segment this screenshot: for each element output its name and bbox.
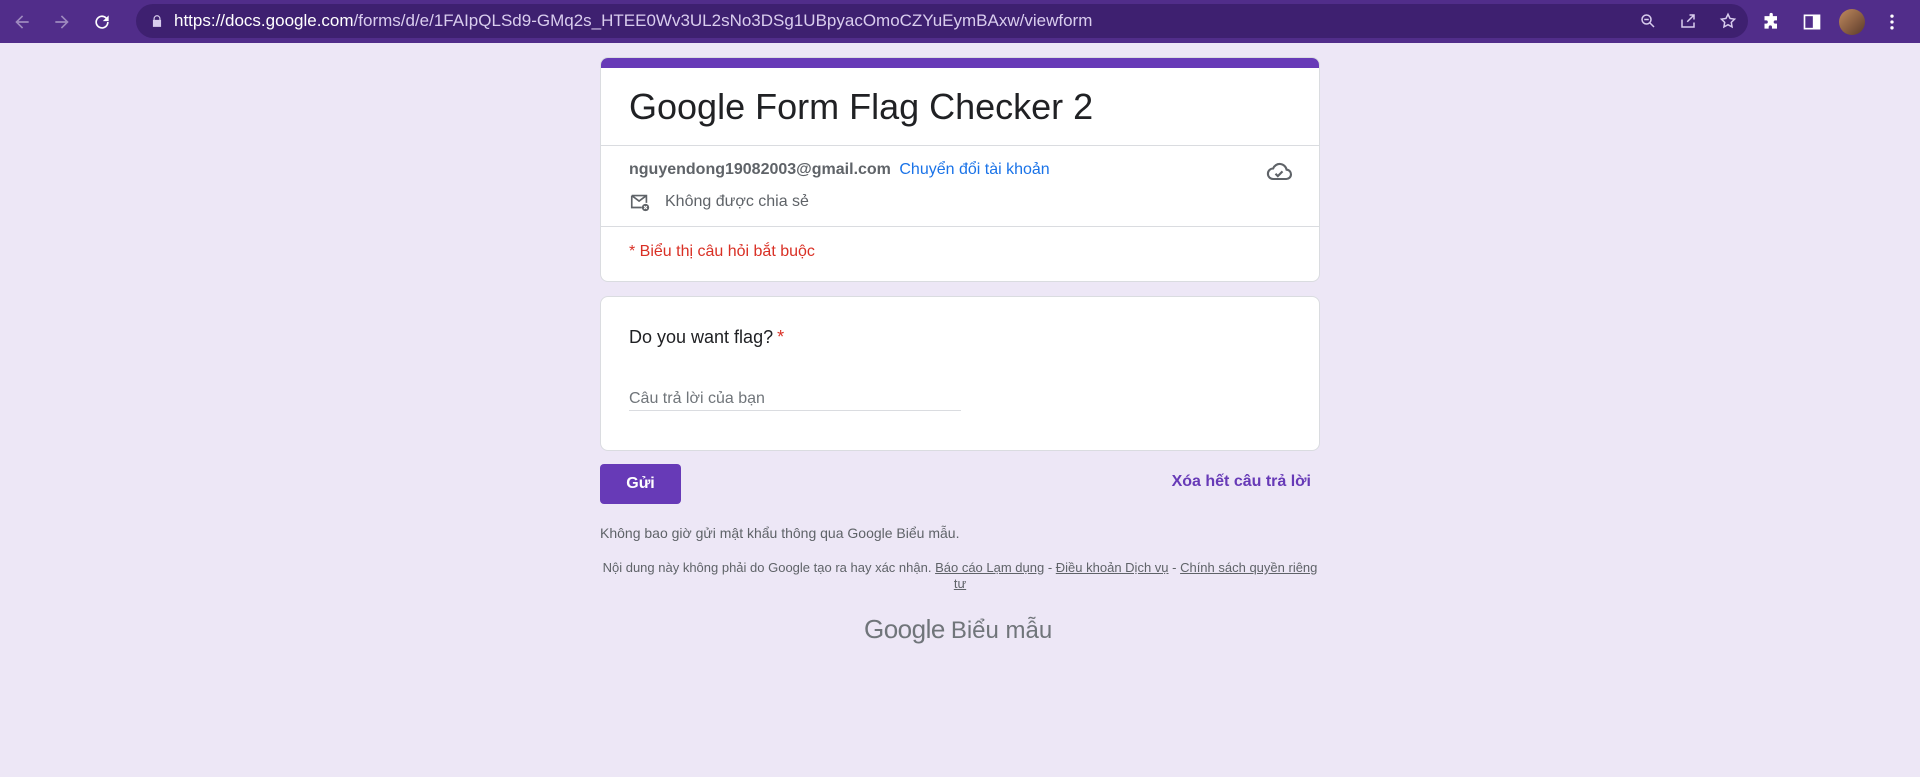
question-title: Do you want flag? *: [629, 327, 784, 348]
extensions-button[interactable]: [1752, 2, 1792, 42]
submit-button[interactable]: Gửi: [600, 464, 681, 504]
account-email: nguyendong19082003@gmail.com: [629, 161, 891, 178]
star-icon: [1719, 12, 1737, 29]
switch-account-link[interactable]: Chuyển đổi tài khoản: [899, 161, 1049, 178]
question-text: Do you want flag?: [629, 327, 774, 347]
required-asterisk: *: [777, 327, 785, 347]
not-shared-text: Không được chia sẻ: [665, 193, 809, 210]
share-icon: [1681, 14, 1695, 28]
menu-icon: [1890, 14, 1894, 29]
header-divider: [601, 145, 1319, 146]
forward-button[interactable]: [44, 4, 80, 40]
form-header-card: Google Form Flag Checker 2 nguyendong190…: [600, 57, 1320, 282]
report-abuse-link[interactable]: Báo cáo Lạm dụng: [935, 560, 1044, 575]
not-shared-row: Không được chia sẻ: [629, 191, 809, 213]
cloud-check-icon: [1266, 162, 1292, 181]
zoom-icon: [1641, 14, 1655, 28]
terms-link[interactable]: Điều khoản Dịch vụ: [1056, 560, 1169, 575]
form-title: Google Form Flag Checker 2: [629, 86, 1094, 127]
browser-toolbar: https://docs.google.com/forms/d/e/1FAIpQ…: [0, 0, 1920, 43]
share-button[interactable]: [1668, 4, 1708, 38]
answer-input[interactable]: [629, 387, 961, 411]
mail-off-icon: [630, 194, 650, 212]
url-path: /forms/d/e/1FAIpQLSd9-GMq2s_HTEE0Wv3UL2s…: [353, 11, 1093, 30]
side-panel-button[interactable]: [1792, 2, 1832, 42]
reload-icon: [95, 14, 109, 29]
account-line: nguyendong19082003@gmail.com Chuyển đổi …: [629, 161, 1050, 179]
accent-bar: [601, 58, 1319, 68]
brand-google: Google: [864, 614, 945, 644]
address-bar[interactable]: https://docs.google.com/forms/d/e/1FAIpQ…: [136, 4, 1748, 38]
disclaimer: Nội dung này không phải do Google tạo ra…: [600, 560, 1320, 592]
separator: -: [1044, 560, 1056, 575]
brand-product: Biểu mẫu: [950, 617, 1053, 644]
back-icon: [15, 14, 29, 29]
zoom-button[interactable]: [1628, 4, 1668, 38]
profile-avatar[interactable]: [1839, 8, 1865, 35]
url-text: https://docs.google.com/forms/d/e/1FAIpQ…: [174, 11, 1092, 31]
question-card: Do you want flag? *: [600, 296, 1320, 451]
side-panel-icon: [1803, 14, 1821, 29]
separator: -: [1168, 560, 1181, 575]
extensions-icon: [1764, 12, 1777, 29]
required-note: * Biểu thị câu hỏi bắt buộc: [629, 243, 815, 260]
forward-icon: [55, 14, 69, 29]
back-button[interactable]: [4, 4, 40, 40]
clear-form-button[interactable]: Xóa hết câu trả lời: [1172, 473, 1311, 491]
required-divider: [601, 226, 1319, 227]
password-warning: Không bao giờ gửi mật khẩu thông qua Goo…: [600, 525, 960, 541]
url-host: https://docs.google.com: [174, 11, 354, 30]
disclaimer-text: Nội dung này không phải do Google tạo ra…: [602, 560, 932, 575]
browser-menu-button[interactable]: [1872, 2, 1912, 42]
reload-button[interactable]: [84, 4, 120, 40]
lock-icon: [152, 15, 162, 27]
bookmark-button[interactable]: [1708, 4, 1748, 38]
google-forms-logo[interactable]: Google Biểu mẫu: [864, 614, 1052, 645]
